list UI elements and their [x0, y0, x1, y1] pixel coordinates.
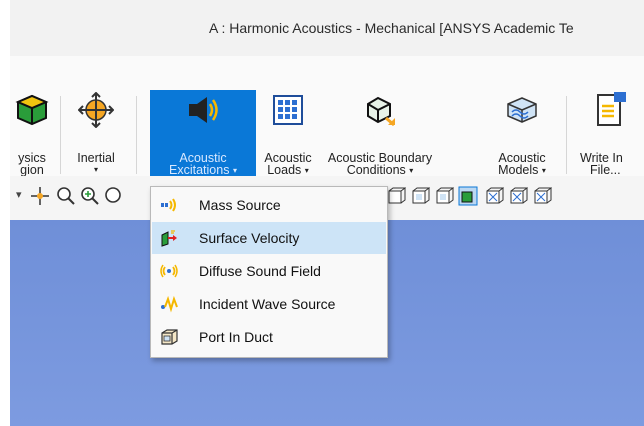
menu-item-incident-wave-source[interactable]: Incident Wave Source: [152, 288, 386, 320]
write-input-file-label-2: File...: [590, 163, 621, 174]
menu-item-diffuse-sound-field[interactable]: Diffuse Sound Field: [152, 255, 386, 287]
speaker-icon: [189, 97, 218, 123]
view-top-icon[interactable]: [434, 186, 454, 206]
acoustic-models-button[interactable]: Acoustic Models ▾: [484, 90, 560, 176]
window-title: A : Harmonic Acoustics - Mechanical [ANS…: [209, 20, 574, 36]
zoom-icon[interactable]: [56, 186, 76, 206]
write-input-file-button[interactable]: Write In File...: [576, 90, 644, 174]
ribbon-separator: [136, 96, 137, 174]
surface-velocity-icon: [161, 230, 177, 247]
view-bottom-icon[interactable]: [484, 186, 504, 206]
incident-wave-icon: [161, 295, 178, 313]
view-front-icon[interactable]: [386, 186, 406, 206]
acoustic-excitations-button[interactable]: Acoustic Excitations ▾: [150, 90, 256, 186]
ribbon: ysics gion ysics Inertial ▾ Acoustic Exc…: [10, 56, 644, 188]
dropdown-arrow-icon[interactable]: ▾: [16, 188, 22, 201]
menu-item-label: Diffuse Sound Field: [199, 263, 321, 279]
write-input-file-icon: [597, 92, 626, 126]
view-right-icon[interactable]: [532, 186, 552, 206]
menu-item-label: Incident Wave Source: [199, 296, 336, 312]
physics-region-icon: [15, 94, 49, 126]
acoustic-models-icon: [507, 97, 537, 123]
view-iso-icon[interactable]: [458, 186, 478, 206]
zoom-in-icon[interactable]: [80, 186, 100, 206]
menu-item-mass-source[interactable]: Mass Source: [152, 189, 386, 221]
view-left-icon[interactable]: [508, 186, 528, 206]
zoom-fit-icon[interactable]: [104, 186, 124, 206]
inertial-label: Inertial: [77, 151, 115, 165]
acoustic-excitations-menu: Mass Source Surface Velocity Diffuse Sou…: [150, 186, 388, 358]
view-back-icon[interactable]: [410, 186, 430, 206]
menu-item-label: Surface Velocity: [199, 230, 300, 246]
menu-item-port-in-duct[interactable]: Port In Duct: [152, 321, 386, 353]
diffuse-sound-field-icon: [160, 264, 178, 278]
inertial-dropdown-caret: ▾: [93, 165, 98, 174]
title-bar: A : Harmonic Acoustics - Mechanical [ANS…: [10, 0, 644, 56]
acoustic-loads-icon: [273, 95, 303, 125]
physics-region-button[interactable]: ysics gion ysics: [6, 90, 58, 188]
acoustic-loads-button[interactable]: Acoustic Loads ▾: [256, 90, 320, 176]
boundary-conditions-icon: [367, 96, 395, 127]
port-in-duct-icon: [161, 329, 178, 345]
menu-item-label: Port In Duct: [199, 329, 273, 345]
menu-item-surface-velocity[interactable]: Surface Velocity: [152, 222, 386, 254]
menu-item-label: Mass Source: [199, 197, 281, 213]
pan-icon[interactable]: [30, 186, 50, 206]
mass-source-icon: [161, 198, 176, 212]
ribbon-separator: [60, 96, 61, 174]
ribbon-separator: [566, 96, 567, 174]
acoustic-boundary-conditions-button[interactable]: Acoustic Boundary Conditions ▾: [322, 90, 438, 176]
inertial-icon: [78, 92, 114, 128]
inertial-button[interactable]: Inertial ▾: [68, 90, 124, 174]
